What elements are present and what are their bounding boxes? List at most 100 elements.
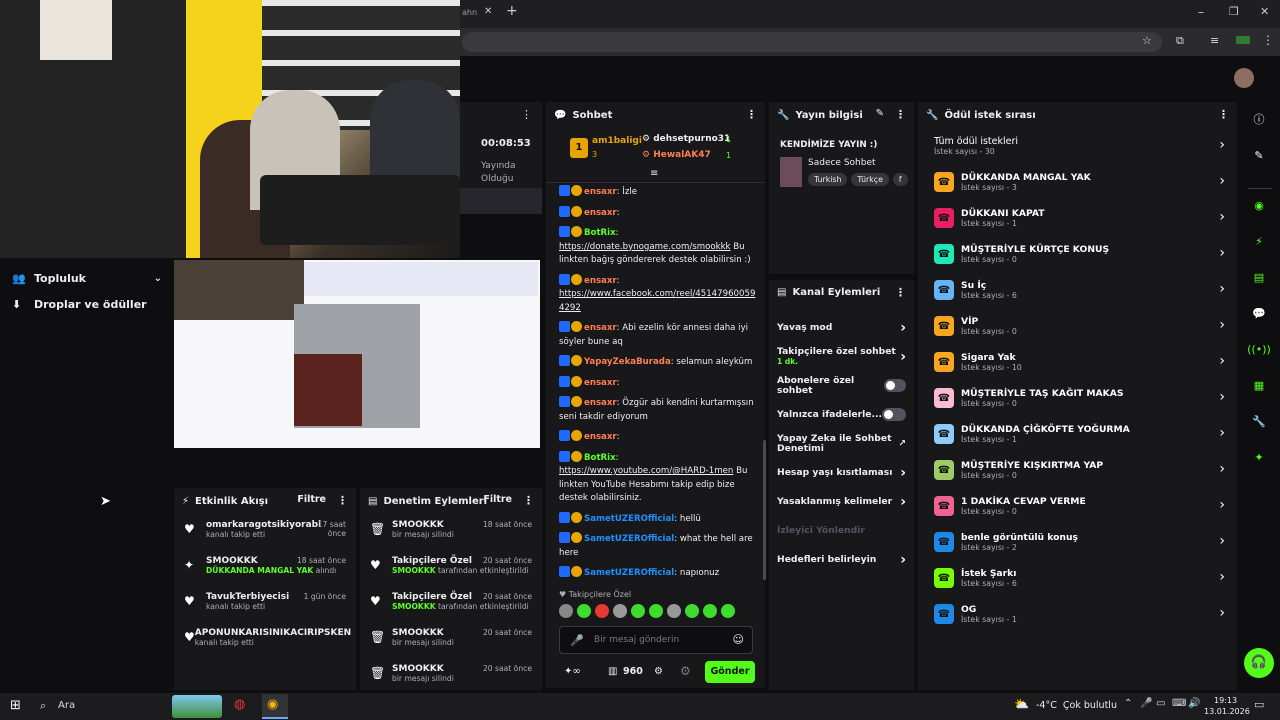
tag-chip[interactable]: f: [892, 173, 908, 186]
feed-event[interactable]: ♥ omarkaragotsikiyorabi kanalı takip etti 1…: [174, 514, 356, 550]
avatar[interactable]: [1234, 68, 1254, 88]
more-options-icon[interactable]: ⋮: [895, 108, 906, 121]
landscape-thumbnail[interactable]: [172, 695, 222, 718]
emote-icon[interactable]: [703, 604, 717, 618]
send-button[interactable]: Gönder: [705, 661, 755, 683]
tag-chip[interactable]: Turkish: [808, 173, 848, 186]
windows-start-icon[interactable]: ⊞: [10, 698, 21, 713]
reward-row[interactable]: ☎ İstek Şarkı İstek sayısı - 6 ›: [918, 560, 1237, 596]
chevron-right-icon[interactable]: ›: [900, 320, 906, 336]
emote-icon[interactable]: [649, 604, 663, 618]
filter-button[interactable]: Filtre: [297, 494, 326, 505]
category-name[interactable]: Sadece Sohbet: [808, 158, 876, 168]
chat-username[interactable]: YapayZekaBurada: [584, 357, 671, 367]
chevron-right-icon[interactable]: ›: [900, 349, 906, 365]
channel-action-item[interactable]: Abonelere özel sohbet: [769, 371, 914, 400]
reward-row[interactable]: ☎ VİP İstek sayısı - 0 ›: [918, 308, 1237, 344]
microphone-icon[interactable]: 🎤: [570, 634, 584, 647]
chevron-right-icon[interactable]: ›: [1219, 245, 1225, 261]
tab-title-fragment[interactable]: ahn: [462, 8, 477, 17]
chevron-right-icon[interactable]: ›: [1219, 389, 1225, 405]
stream-video[interactable]: [0, 0, 460, 258]
wrench-icon[interactable]: 🔧: [1244, 406, 1274, 436]
chat-username[interactable]: ensaxr: [584, 432, 617, 442]
toggle-switch[interactable]: [883, 379, 906, 392]
chevron-right-icon[interactable]: ›: [1219, 569, 1225, 585]
channel-action-item[interactable]: Takipçilere özel sohbet 1 dk. ›: [769, 342, 914, 371]
bot-icon[interactable]: ⚙: [680, 664, 691, 678]
camera-icon[interactable]: ◉: [1244, 190, 1274, 220]
browser-menu-icon[interactable]: ⋮: [1262, 33, 1274, 47]
more-options-icon[interactable]: ⋮: [521, 108, 532, 121]
chat-link[interactable]: https://donate.bynogame.com/smookkk: [559, 242, 731, 252]
chat-username[interactable]: ensaxr: [584, 378, 617, 388]
emote-icon[interactable]: [721, 604, 735, 618]
external-link-icon[interactable]: ↗: [898, 439, 906, 449]
tag-chip[interactable]: Türkçe: [851, 173, 889, 186]
chat-bubble-icon[interactable]: 💬: [1244, 298, 1274, 328]
chevron-right-icon[interactable]: ›: [900, 494, 906, 510]
more-options-icon[interactable]: ⋮: [1218, 108, 1229, 121]
infinity-icon[interactable]: ✦∞: [564, 666, 581, 677]
expand-leaderboard-icon[interactable]: ≡: [650, 168, 658, 179]
chevron-right-icon[interactable]: ›: [1219, 605, 1225, 621]
layout-icon[interactable]: ▦: [1244, 370, 1274, 400]
leader-name[interactable]: am1baligi: [592, 136, 642, 146]
feed-event[interactable]: ♥ Takipçilere Özel SMOOKKK tarafından etki…: [360, 586, 542, 622]
chevron-right-icon[interactable]: ›: [1219, 425, 1225, 441]
channel-action-item[interactable]: Hesap yaşı kısıtlaması ›: [769, 458, 914, 487]
chat-username[interactable]: BotRix: [584, 228, 616, 238]
feed-event[interactable]: 🗑 SMOOKKK bir mesajı silindi 20 saat önce: [360, 658, 542, 690]
channel-action-item[interactable]: Hedefleri belirleyin ›: [769, 545, 914, 574]
taskbar-search-icon[interactable]: ⌕: [40, 699, 46, 713]
chevron-right-icon[interactable]: ›: [900, 465, 906, 481]
feed-event[interactable]: ✦ SMOOKKK DÜKKANDA MANGAL YAK alındı 18 saa…: [174, 550, 356, 586]
screen-share-preview[interactable]: [174, 260, 540, 448]
feed-event[interactable]: ♥ TavukTerbiyecisi kanalı takip etti 1 gün …: [174, 586, 356, 622]
reward-row[interactable]: ☎ DÜKKANDA MANGAL YAK İstek sayısı - 3 ›: [918, 164, 1237, 200]
reward-row[interactable]: ☎ DÜKKANDA ÇİĞKÖFTE YOĞURMA İstek sayısı -…: [918, 416, 1237, 452]
channel-action-item[interactable]: Yasaklanmış kelimeler ›: [769, 487, 914, 516]
clock-time[interactable]: 19:13: [1214, 696, 1237, 705]
chevron-right-icon[interactable]: ›: [1219, 461, 1225, 477]
laptop-tray-icon[interactable]: ▭: [1156, 698, 1165, 709]
emote-icon[interactable]: [595, 604, 609, 618]
more-options-icon[interactable]: ⋮: [337, 494, 348, 507]
broadcast-icon[interactable]: ((•)): [1244, 334, 1274, 364]
chevron-right-icon[interactable]: ›: [1219, 317, 1225, 333]
sidebar-item-drops[interactable]: ⬇ Droplar ve ödüller: [12, 298, 162, 311]
chat-username[interactable]: ensaxr: [584, 276, 617, 286]
chevron-right-icon[interactable]: ›: [1219, 209, 1225, 225]
weather-label[interactable]: -4°C Çok bulutlu: [1036, 700, 1117, 711]
chat-username[interactable]: ensaxr: [584, 398, 617, 408]
extension-badge-icon[interactable]: [1236, 36, 1250, 44]
chevron-right-icon[interactable]: ›: [1219, 137, 1225, 153]
emote-icon[interactable]: [667, 604, 681, 618]
notification-icon[interactable]: ▭: [1254, 698, 1264, 711]
sidebar-item-community[interactable]: 👥 Topluluk ⌄: [12, 272, 162, 285]
app-icon[interactable]: ◍: [234, 697, 245, 712]
chevron-right-icon[interactable]: ›: [1219, 353, 1225, 369]
info-icon[interactable]: ⓘ: [1244, 104, 1274, 134]
chat-scrollbar[interactable]: [763, 440, 766, 580]
toggle-switch[interactable]: [882, 408, 906, 421]
feed-event[interactable]: ♥ APONUNKARISINIKACIRIPSKEN kanalı takip e…: [174, 622, 356, 658]
leader-2[interactable]: ⚙ dehsetpurno31: [642, 134, 730, 144]
close-tab-icon[interactable]: ✕: [484, 6, 492, 17]
feed-event[interactable]: 🗑 SMOOKKK bir mesajı silindi 20 saat önce: [360, 622, 542, 658]
chevron-right-icon[interactable]: ›: [900, 552, 906, 568]
chat-username[interactable]: ensaxr: [584, 323, 617, 333]
apps-icon[interactable]: ✦: [1244, 442, 1274, 472]
chat-link[interactable]: https://www.youtube.com/@HARD-1men: [559, 466, 733, 476]
chrome-taskbar-icon[interactable]: ◉: [262, 694, 288, 719]
reward-row[interactable]: ☎ MÜŞTERİYLE KÜRTÇE KONUŞ İstek sayısı - 0…: [918, 236, 1237, 272]
chat-link[interactable]: https://www.facebook.com/reel/4514796005…: [559, 289, 755, 313]
chat-username[interactable]: ensaxr: [584, 187, 617, 197]
more-options-icon[interactable]: ⋮: [895, 286, 906, 299]
bookmark-star-icon[interactable]: ☆: [1142, 34, 1152, 47]
reward-row[interactable]: ☎ MÜŞTERİYLE TAŞ KAĞIT MAKAS İstek sayısı …: [918, 380, 1237, 416]
media-icon[interactable]: ≡: [1210, 34, 1219, 47]
chat-username[interactable]: SametUZEROfficial: [584, 568, 674, 578]
taskbar-search-label[interactable]: Ara: [58, 700, 75, 711]
edit-pencil-icon[interactable]: ✎: [876, 108, 884, 119]
